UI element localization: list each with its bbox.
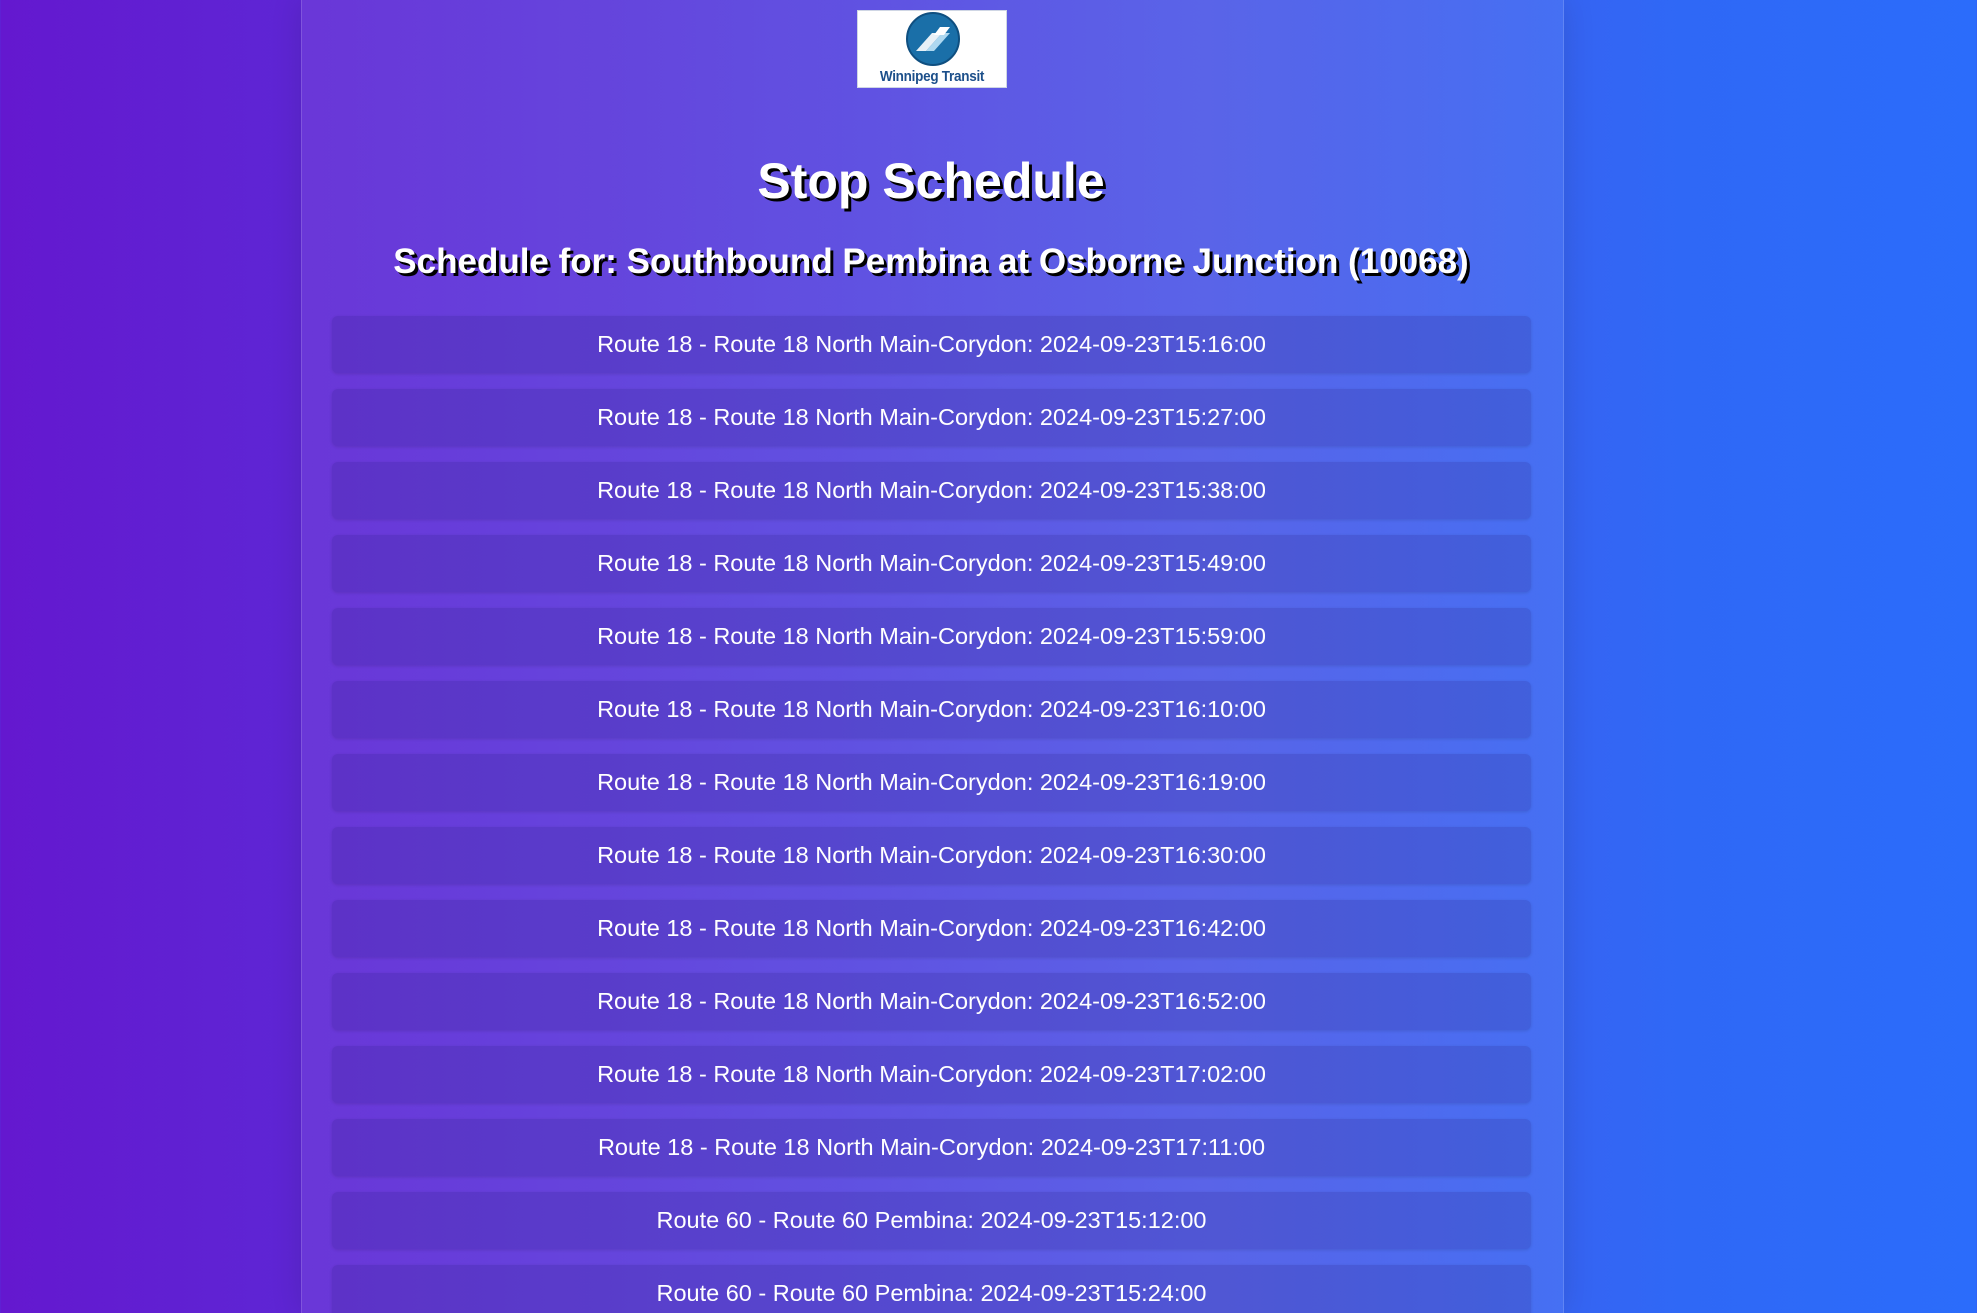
schedule-heading: Schedule for: Southbound Pembina at Osbo… xyxy=(393,242,1469,281)
schedule-item: Route 60 - Route 60 Pembina: 2024-09-23T… xyxy=(332,1265,1531,1313)
schedule-item: Route 18 - Route 18 North Main-Corydon: … xyxy=(332,754,1531,811)
schedule-item: Route 18 - Route 18 North Main-Corydon: … xyxy=(332,389,1531,446)
schedule-item: Route 18 - Route 18 North Main-Corydon: … xyxy=(332,827,1531,884)
schedule-item: Route 60 - Route 60 Pembina: 2024-09-23T… xyxy=(332,1192,1531,1249)
page-title: Stop Schedule xyxy=(757,153,1105,209)
schedule-item: Route 18 - Route 18 North Main-Corydon: … xyxy=(332,535,1531,592)
schedule-item: Route 18 - Route 18 North Main-Corydon: … xyxy=(332,1119,1531,1176)
schedule-item: Route 18 - Route 18 North Main-Corydon: … xyxy=(332,681,1531,738)
schedule-item: Route 18 - Route 18 North Main-Corydon: … xyxy=(332,462,1531,519)
schedule-item: Route 18 - Route 18 North Main-Corydon: … xyxy=(332,316,1531,373)
schedule-list: Route 18 - Route 18 North Main-Corydon: … xyxy=(332,316,1531,1313)
logo-text: Winnipeg Transit xyxy=(879,68,985,85)
schedule-item: Route 18 - Route 18 North Main-Corydon: … xyxy=(332,1046,1531,1103)
schedule-item: Route 18 - Route 18 North Main-Corydon: … xyxy=(332,900,1531,957)
winnipeg-transit-logo: Winnipeg Transit xyxy=(857,10,1007,88)
schedule-item: Route 18 - Route 18 North Main-Corydon: … xyxy=(332,608,1531,665)
schedule-item: Route 18 - Route 18 North Main-Corydon: … xyxy=(332,973,1531,1030)
